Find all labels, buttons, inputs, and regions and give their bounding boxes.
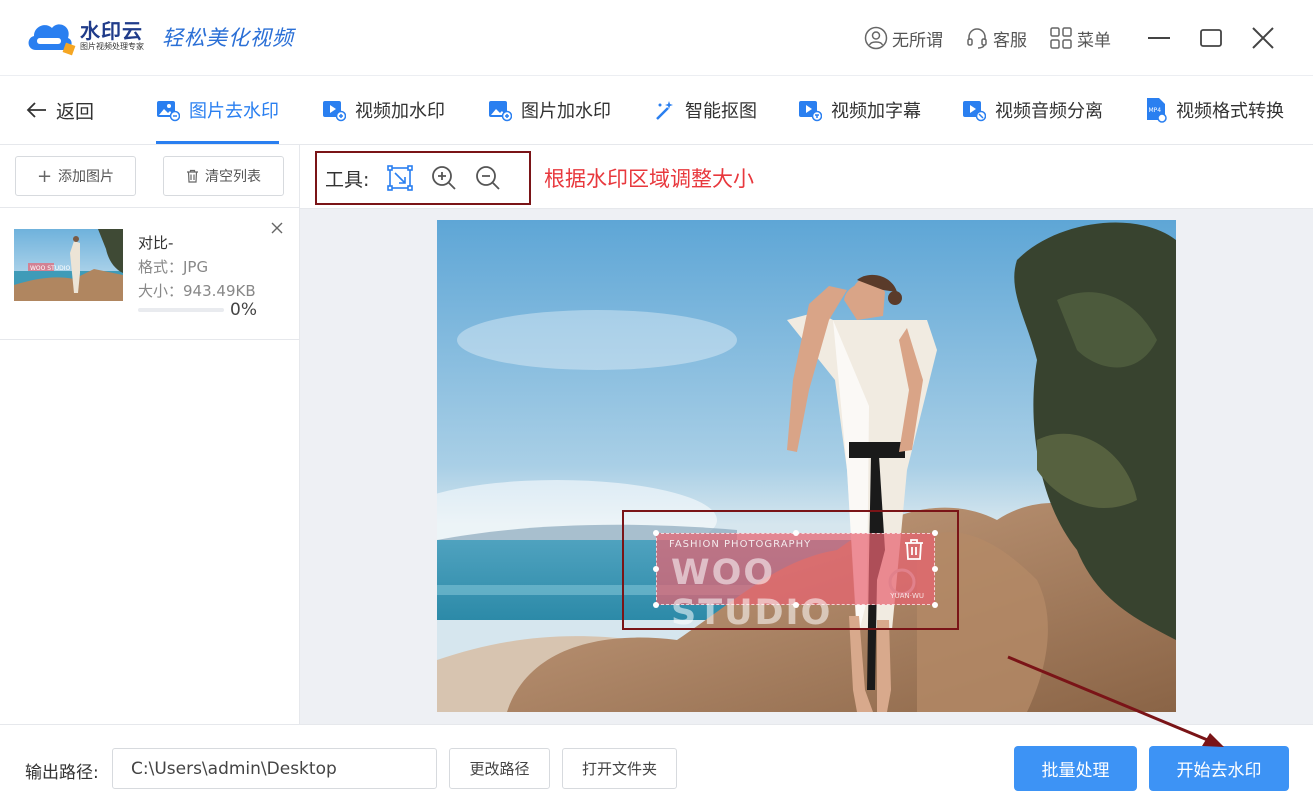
watermark-tiny-text: YUAN·WU (890, 592, 924, 600)
maximize-icon (1200, 29, 1222, 47)
start-remove-watermark-button[interactable]: 开始去水印 (1149, 746, 1289, 791)
minimize-button[interactable] (1133, 0, 1185, 76)
file-name: 对比- (138, 234, 174, 252)
resize-handle[interactable] (653, 602, 659, 608)
image-preview[interactable]: FASHION PHOTOGRAPHY WOO STUDIO YUAN·WU (437, 220, 1176, 712)
tab-video-format-convert[interactable]: MP4 视频格式转换 (1145, 76, 1284, 144)
app-logo: 水印云 图片视频处理专家 (24, 14, 144, 58)
minimize-icon (1148, 37, 1170, 39)
delete-selection-button[interactable] (904, 538, 924, 564)
tools-label: 工具: (325, 168, 370, 191)
app-subtitle: 图片视频处理专家 (80, 42, 144, 51)
watermark-small-text: FASHION PHOTOGRAPHY (669, 539, 812, 550)
close-icon (1252, 27, 1274, 49)
change-path-button[interactable]: 更改路径 (449, 748, 550, 789)
resize-handle[interactable] (793, 602, 799, 608)
file-list-panel: + 添加图片 清空列表 WOO STUDIO 对比- 格式：JPG 大小：943… (0, 145, 300, 724)
add-image-label: 添加图片 (58, 169, 115, 185)
resize-handle[interactable] (932, 566, 938, 572)
tab-label: 智能抠图 (685, 101, 757, 122)
back-label: 返回 (56, 100, 95, 123)
user-button[interactable]: 无所谓 (864, 26, 943, 51)
zoom-out-button[interactable] (475, 165, 501, 191)
maximize-button[interactable] (1185, 0, 1237, 76)
file-thumbnail: WOO STUDIO (14, 229, 123, 301)
support-label: 客服 (993, 30, 1027, 51)
file-size: 大小：943.49KB (138, 282, 256, 300)
back-button[interactable]: 返回 (26, 76, 94, 144)
tab-smart-cutout[interactable]: 智能抠图 (654, 76, 757, 144)
preview-photo (437, 220, 1176, 712)
menu-button[interactable]: 菜单 (1049, 26, 1111, 51)
support-button[interactable]: 客服 (965, 26, 1027, 51)
progress-text: 0% (230, 300, 257, 320)
tab-video-subtitles[interactable]: 视频加字幕 (798, 76, 921, 144)
tutorial-annotation: 根据水印区域调整大小 (544, 167, 754, 191)
app-slogan: 轻松美化视频 (162, 26, 294, 50)
magic-wand-icon (656, 101, 673, 120)
output-path-label: 输出路径: (25, 763, 99, 783)
zoom-out-icon (476, 166, 501, 190)
clear-list-label: 清空列表 (205, 169, 261, 185)
tab-label: 图片加水印 (521, 101, 611, 122)
resize-handle[interactable] (653, 530, 659, 536)
feature-nav: 返回 图片去水印 视频加水印 图片加水印 智能抠图 视频加字幕 视频音频分离 M… (0, 76, 1313, 145)
toolbox-highlight: 工具: (315, 151, 531, 205)
clear-list-button[interactable]: 清空列表 (163, 156, 284, 196)
trash-icon (187, 169, 198, 183)
tab-label: 视频加水印 (355, 101, 445, 122)
zoom-in-icon (432, 166, 457, 190)
svg-text:WOO STUDIO: WOO STUDIO (30, 265, 71, 272)
batch-process-button[interactable]: 批量处理 (1014, 746, 1137, 791)
watermark-selection[interactable]: FASHION PHOTOGRAPHY WOO STUDIO YUAN·WU (653, 530, 938, 633)
video-split-icon (963, 101, 986, 122)
video-add-icon (323, 101, 346, 122)
output-path-field[interactable]: C:\Users\admin\Desktop (112, 748, 437, 789)
headset-icon (967, 28, 987, 49)
arrow-left-icon (26, 102, 46, 118)
close-icon (271, 222, 283, 234)
image-add-icon (489, 101, 512, 122)
resize-handle[interactable] (932, 602, 938, 608)
output-bar: 输出路径: C:\Users\admin\Desktop 更改路径 打开文件夹 … (0, 724, 1313, 809)
menu-label: 菜单 (1077, 30, 1111, 51)
select-region-button[interactable] (387, 165, 414, 191)
file-list-item[interactable]: WOO STUDIO 对比- 格式：JPG 大小：943.49KB 0% (0, 208, 300, 340)
file-format: 格式：JPG (138, 258, 209, 276)
tab-video-audio-split[interactable]: 视频音频分离 (962, 76, 1103, 144)
tab-label: 视频音频分离 (995, 101, 1103, 122)
zoom-in-button[interactable] (431, 165, 457, 191)
title-bar: 水印云 图片视频处理专家 轻松美化视频 无所谓 客服 菜单 (0, 0, 1313, 76)
trash-icon (905, 539, 923, 560)
tab-label: 视频加字幕 (831, 101, 921, 122)
resize-handle[interactable] (653, 566, 659, 572)
remove-file-button[interactable] (270, 220, 286, 236)
progress-bar (138, 308, 224, 312)
app-name: 水印云 (80, 19, 143, 43)
close-button[interactable] (1237, 0, 1289, 76)
tab-image-remove-watermark[interactable]: 图片去水印 (156, 76, 279, 144)
tool-bar: 工具: 根据水印区域调整大小 (300, 145, 1313, 209)
plus-icon: + (36, 165, 53, 187)
image-remove-icon (157, 101, 180, 122)
select-region-icon (387, 165, 414, 191)
user-label: 无所谓 (892, 30, 943, 51)
open-folder-button[interactable]: 打开文件夹 (562, 748, 677, 789)
resize-handle[interactable] (932, 530, 938, 536)
tab-video-add-watermark[interactable]: 视频加水印 (322, 76, 445, 144)
add-image-button[interactable]: + 添加图片 (15, 156, 136, 196)
grid-icon (1050, 27, 1072, 49)
tab-label: 图片去水印 (189, 101, 279, 122)
mp4-file-icon: MP4 (1147, 98, 1167, 123)
video-subtitle-icon (799, 101, 822, 122)
preview-workspace: 工具: 根据水印区域调整大小 FASHION PHOTOGRAPHY WOO S… (300, 145, 1313, 724)
svg-text:MP4: MP4 (1149, 107, 1162, 114)
user-icon (864, 26, 888, 50)
cloud-logo-icon (24, 14, 76, 58)
tab-label: 视频格式转换 (1176, 101, 1284, 122)
tab-image-add-watermark[interactable]: 图片加水印 (488, 76, 611, 144)
resize-handle[interactable] (793, 530, 799, 536)
